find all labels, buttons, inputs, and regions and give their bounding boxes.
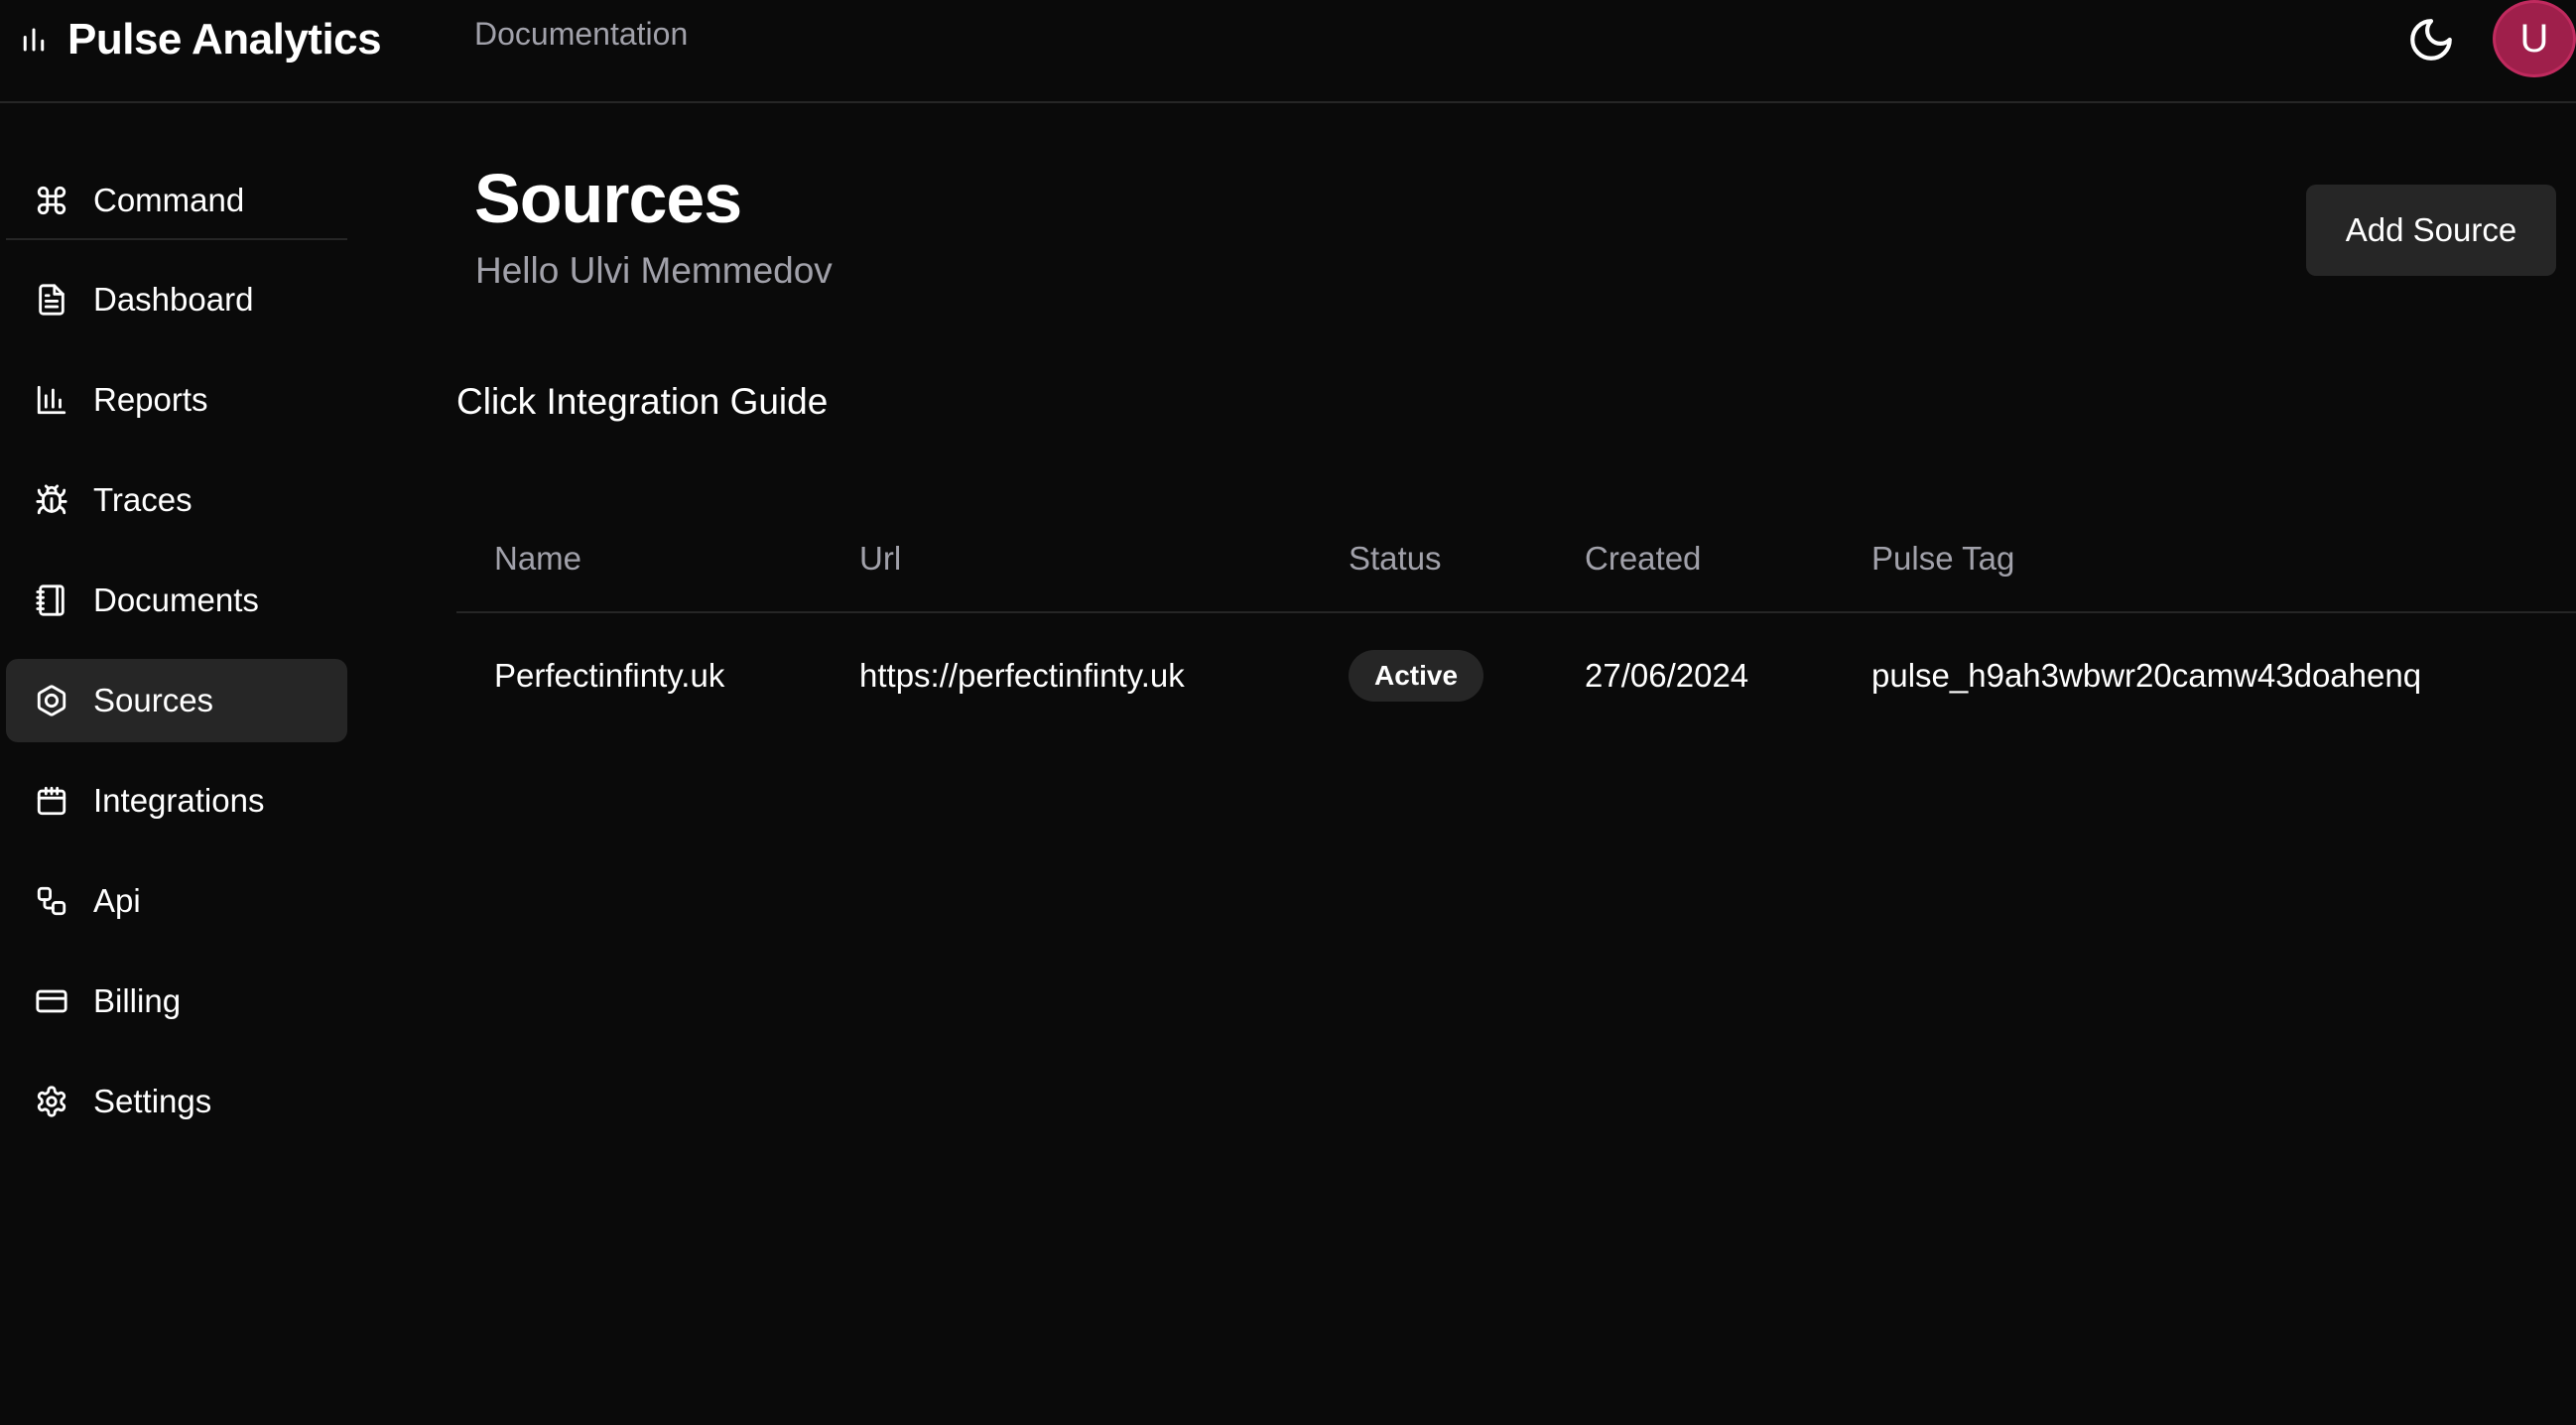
sidebar-item-dashboard[interactable]: Dashboard	[6, 258, 347, 341]
sidebar-item-label: Integrations	[93, 782, 265, 819]
sidebar-item-label: Api	[93, 882, 141, 919]
top-bar: Pulse Analytics Documentation U	[0, 0, 2576, 103]
documentation-link[interactable]: Documentation	[474, 16, 688, 53]
sidebar-item-traces[interactable]: Traces	[6, 458, 347, 542]
notebook-icon	[32, 581, 71, 620]
gear-icon	[32, 1082, 71, 1121]
theme-toggle-button[interactable]	[2399, 10, 2463, 73]
page-subtitle: Hello Ulvi Memmedov	[475, 250, 833, 291]
table-header: Name Url Status Created Pulse Tag	[456, 506, 2576, 613]
sidebar-item-settings[interactable]: Settings	[6, 1060, 347, 1143]
bug-icon	[32, 480, 71, 520]
column-header-name[interactable]: Name	[494, 540, 581, 578]
source-name: Perfectinfinty.uk	[494, 657, 725, 694]
integration-guide-link[interactable]: Click Integration Guide	[456, 381, 828, 423]
column-header-url[interactable]: Url	[859, 540, 901, 578]
calendar-icon	[32, 781, 71, 821]
status-badge: Active	[1349, 650, 1484, 702]
column-header-pulse-tag[interactable]: Pulse Tag	[1871, 540, 2014, 578]
sidebar-item-documents[interactable]: Documents	[6, 559, 347, 642]
sidebar-item-reports[interactable]: Reports	[6, 358, 347, 442]
workflow-icon	[32, 881, 71, 921]
column-header-status[interactable]: Status	[1349, 540, 1442, 578]
sidebar-item-api[interactable]: Api	[6, 859, 347, 943]
pulse-tag: pulse_h9ah3wbwr20camw43doahenq	[1871, 657, 2422, 694]
created-date: 27/06/2024	[1585, 657, 1749, 694]
file-text-icon	[32, 280, 71, 320]
sources-table: Name Url Status Created Pulse Tag Perfec…	[456, 506, 2576, 738]
credit-card-icon	[32, 981, 71, 1021]
app-name: Pulse Analytics	[67, 15, 382, 64]
sidebar-item-billing[interactable]: Billing	[6, 960, 347, 1043]
sidebar-item-label: Reports	[93, 381, 208, 418]
sidebar-item-sources[interactable]: Sources	[6, 659, 347, 742]
avatar[interactable]: U	[2493, 0, 2576, 77]
bar-chart-icon	[14, 20, 54, 60]
page-title: Sources	[474, 160, 742, 237]
command-icon	[32, 181, 71, 220]
sidebar: Command Dashboard Reports Traces Documen…	[6, 163, 347, 1160]
source-url: https://perfectinfinty.uk	[859, 657, 1185, 694]
column-header-created[interactable]: Created	[1585, 540, 1701, 578]
sidebar-item-label: Command	[93, 182, 245, 218]
sidebar-item-command[interactable]: Command	[6, 163, 347, 240]
hexagon-icon	[32, 681, 71, 720]
sidebar-item-integrations[interactable]: Integrations	[6, 759, 347, 842]
add-source-button[interactable]: Add Source	[2306, 185, 2556, 276]
sidebar-item-label: Billing	[93, 982, 182, 1019]
sidebar-item-label: Settings	[93, 1083, 212, 1119]
table-row[interactable]: Perfectinfinty.uk https://perfectinfinty…	[456, 613, 2576, 738]
sidebar-item-label: Documents	[93, 582, 259, 618]
sidebar-item-label: Traces	[93, 481, 193, 518]
bar-chart-icon	[32, 380, 71, 420]
moon-icon	[2406, 15, 2456, 69]
sidebar-item-label: Sources	[93, 682, 214, 718]
sidebar-item-label: Dashboard	[93, 281, 254, 318]
brand[interactable]: Pulse Analytics	[14, 10, 382, 69]
